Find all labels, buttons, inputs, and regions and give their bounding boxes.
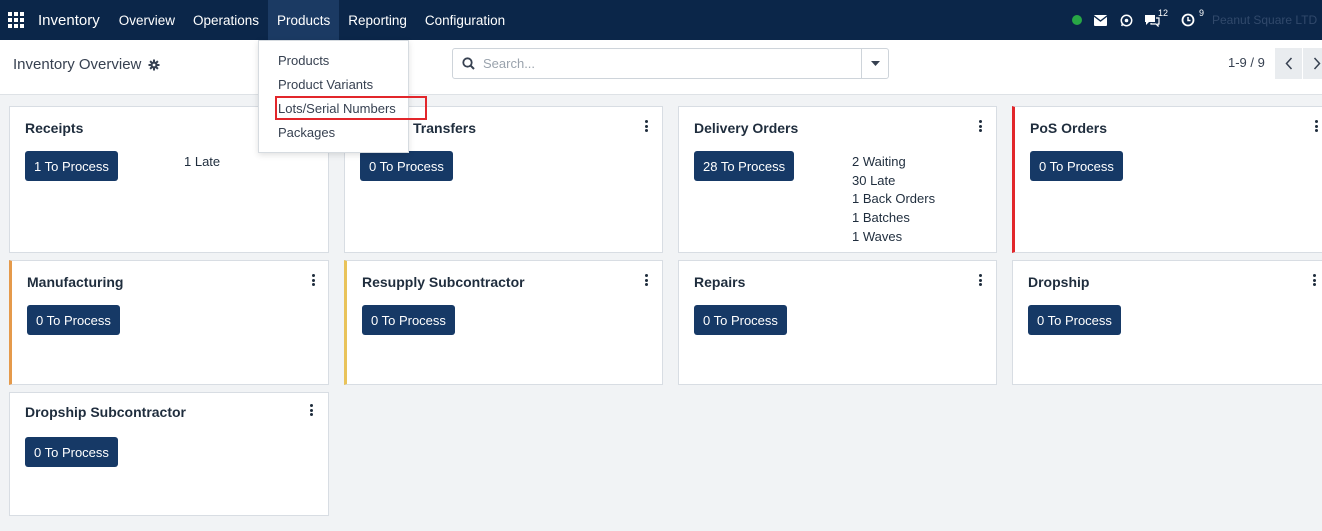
card-title[interactable]: Dropship [1028, 274, 1089, 290]
to-process-button[interactable]: 0 To Process [360, 151, 453, 181]
stat-waiting[interactable]: 2 Waiting [852, 154, 906, 169]
to-process-button[interactable]: 0 To Process [362, 305, 455, 335]
stat-late[interactable]: 30 Late [852, 173, 895, 188]
activities-count-badge: 9 [1198, 8, 1204, 18]
card-title[interactable]: Repairs [694, 274, 745, 290]
card-dropship-subcontractor: Dropship Subcontractor 0 To Process [9, 392, 329, 516]
nav-operations[interactable]: Operations [184, 0, 268, 40]
card-title[interactable]: Manufacturing [27, 274, 123, 290]
nav-products[interactable]: Products [268, 0, 340, 40]
page-title: Inventory Overview [13, 56, 160, 73]
search-options-toggle[interactable] [861, 49, 888, 78]
app-name[interactable]: Inventory [38, 12, 100, 29]
stat-batches[interactable]: 1 Batches [852, 210, 910, 225]
kebab-menu-icon[interactable] [1313, 274, 1317, 288]
card-title[interactable]: PoS Orders [1030, 120, 1107, 136]
company-switcher[interactable]: Peanut Square LTD [1212, 13, 1322, 27]
chevron-left-icon [1284, 57, 1292, 70]
stat-waves[interactable]: 1 Waves [852, 229, 902, 244]
to-process-button[interactable]: 0 To Process [25, 437, 118, 467]
kebab-menu-icon[interactable] [310, 404, 314, 418]
card-dropship: Dropship 0 To Process [1012, 260, 1322, 385]
stat-late[interactable]: 1 Late [184, 154, 220, 169]
nav-configuration[interactable]: Configuration [416, 0, 514, 40]
kebab-menu-icon[interactable] [312, 274, 316, 288]
nav-overview[interactable]: Overview [110, 0, 184, 40]
kebab-menu-icon[interactable] [645, 120, 649, 134]
envelope-icon[interactable] [1092, 12, 1108, 28]
card-title[interactable]: Transfers [413, 120, 476, 136]
card-title[interactable]: Delivery Orders [694, 120, 798, 136]
activity-clock-icon[interactable]: 9 [1180, 8, 1204, 28]
messages-icon[interactable]: 12 [1144, 8, 1168, 28]
card-resupply-subcontractor: Resupply Subcontractor 0 To Process [344, 260, 663, 385]
search-input[interactable] [483, 49, 861, 78]
gear-icon[interactable] [148, 59, 160, 71]
kebab-menu-icon[interactable] [645, 274, 649, 288]
nav-reporting[interactable]: Reporting [339, 0, 416, 40]
card-title[interactable]: Receipts [25, 120, 83, 136]
kebab-menu-icon[interactable] [1315, 120, 1319, 134]
systray: 12 9 Peanut Square LTD [1072, 0, 1322, 40]
card-repairs: Repairs 0 To Process [678, 260, 997, 385]
search-bar [452, 48, 889, 79]
products-dropdown-menu: Products Product Variants Lots/Serial Nu… [258, 40, 427, 153]
card-delivery-orders: Delivery Orders 28 To Process 2 Waiting … [678, 106, 997, 253]
stat-back-orders[interactable]: 1 Back Orders [852, 191, 935, 206]
card-title[interactable]: Resupply Subcontractor [362, 274, 525, 290]
online-status-icon [1072, 15, 1082, 25]
to-process-button[interactable]: 0 To Process [1028, 305, 1121, 335]
to-process-button[interactable]: 28 To Process [694, 151, 795, 181]
card-pos-orders: PoS Orders 0 To Process [1012, 106, 1322, 253]
menu-item-product-variants[interactable]: Product Variants [278, 77, 373, 92]
whatsapp-icon[interactable] [1118, 12, 1134, 28]
app-grid-icon[interactable] [8, 12, 24, 28]
highlight-box [275, 96, 427, 120]
pager-previous-button[interactable] [1275, 48, 1302, 79]
top-navbar: Inventory Overview Operations Products R… [0, 0, 1322, 40]
kebab-menu-icon[interactable] [979, 120, 983, 134]
menu-item-products[interactable]: Products [278, 53, 329, 68]
card-manufacturing: Manufacturing 0 To Process [9, 260, 329, 385]
menu-item-packages[interactable]: Packages [278, 125, 335, 140]
control-panel: Inventory Overview 1-9 / 9 [0, 40, 1322, 95]
to-process-button[interactable]: 0 To Process [694, 305, 787, 335]
caret-down-icon [870, 61, 880, 66]
search-icon [453, 57, 483, 70]
to-process-button[interactable]: 0 To Process [27, 305, 120, 335]
pager-next-button[interactable] [1303, 48, 1322, 79]
to-process-button[interactable]: 0 To Process [1030, 151, 1123, 181]
card-title[interactable]: Dropship Subcontractor [25, 404, 186, 420]
chevron-right-icon [1313, 57, 1321, 70]
pager-value[interactable]: 1-9 / 9 [1228, 55, 1265, 70]
to-process-button[interactable]: 1 To Process [25, 151, 118, 181]
messages-count-badge: 12 [1157, 8, 1168, 18]
menu-item-lots-serial-numbers[interactable]: Lots/Serial Numbers [275, 96, 427, 120]
breadcrumb-title: Inventory Overview [13, 56, 142, 73]
kebab-menu-icon[interactable] [979, 274, 983, 288]
